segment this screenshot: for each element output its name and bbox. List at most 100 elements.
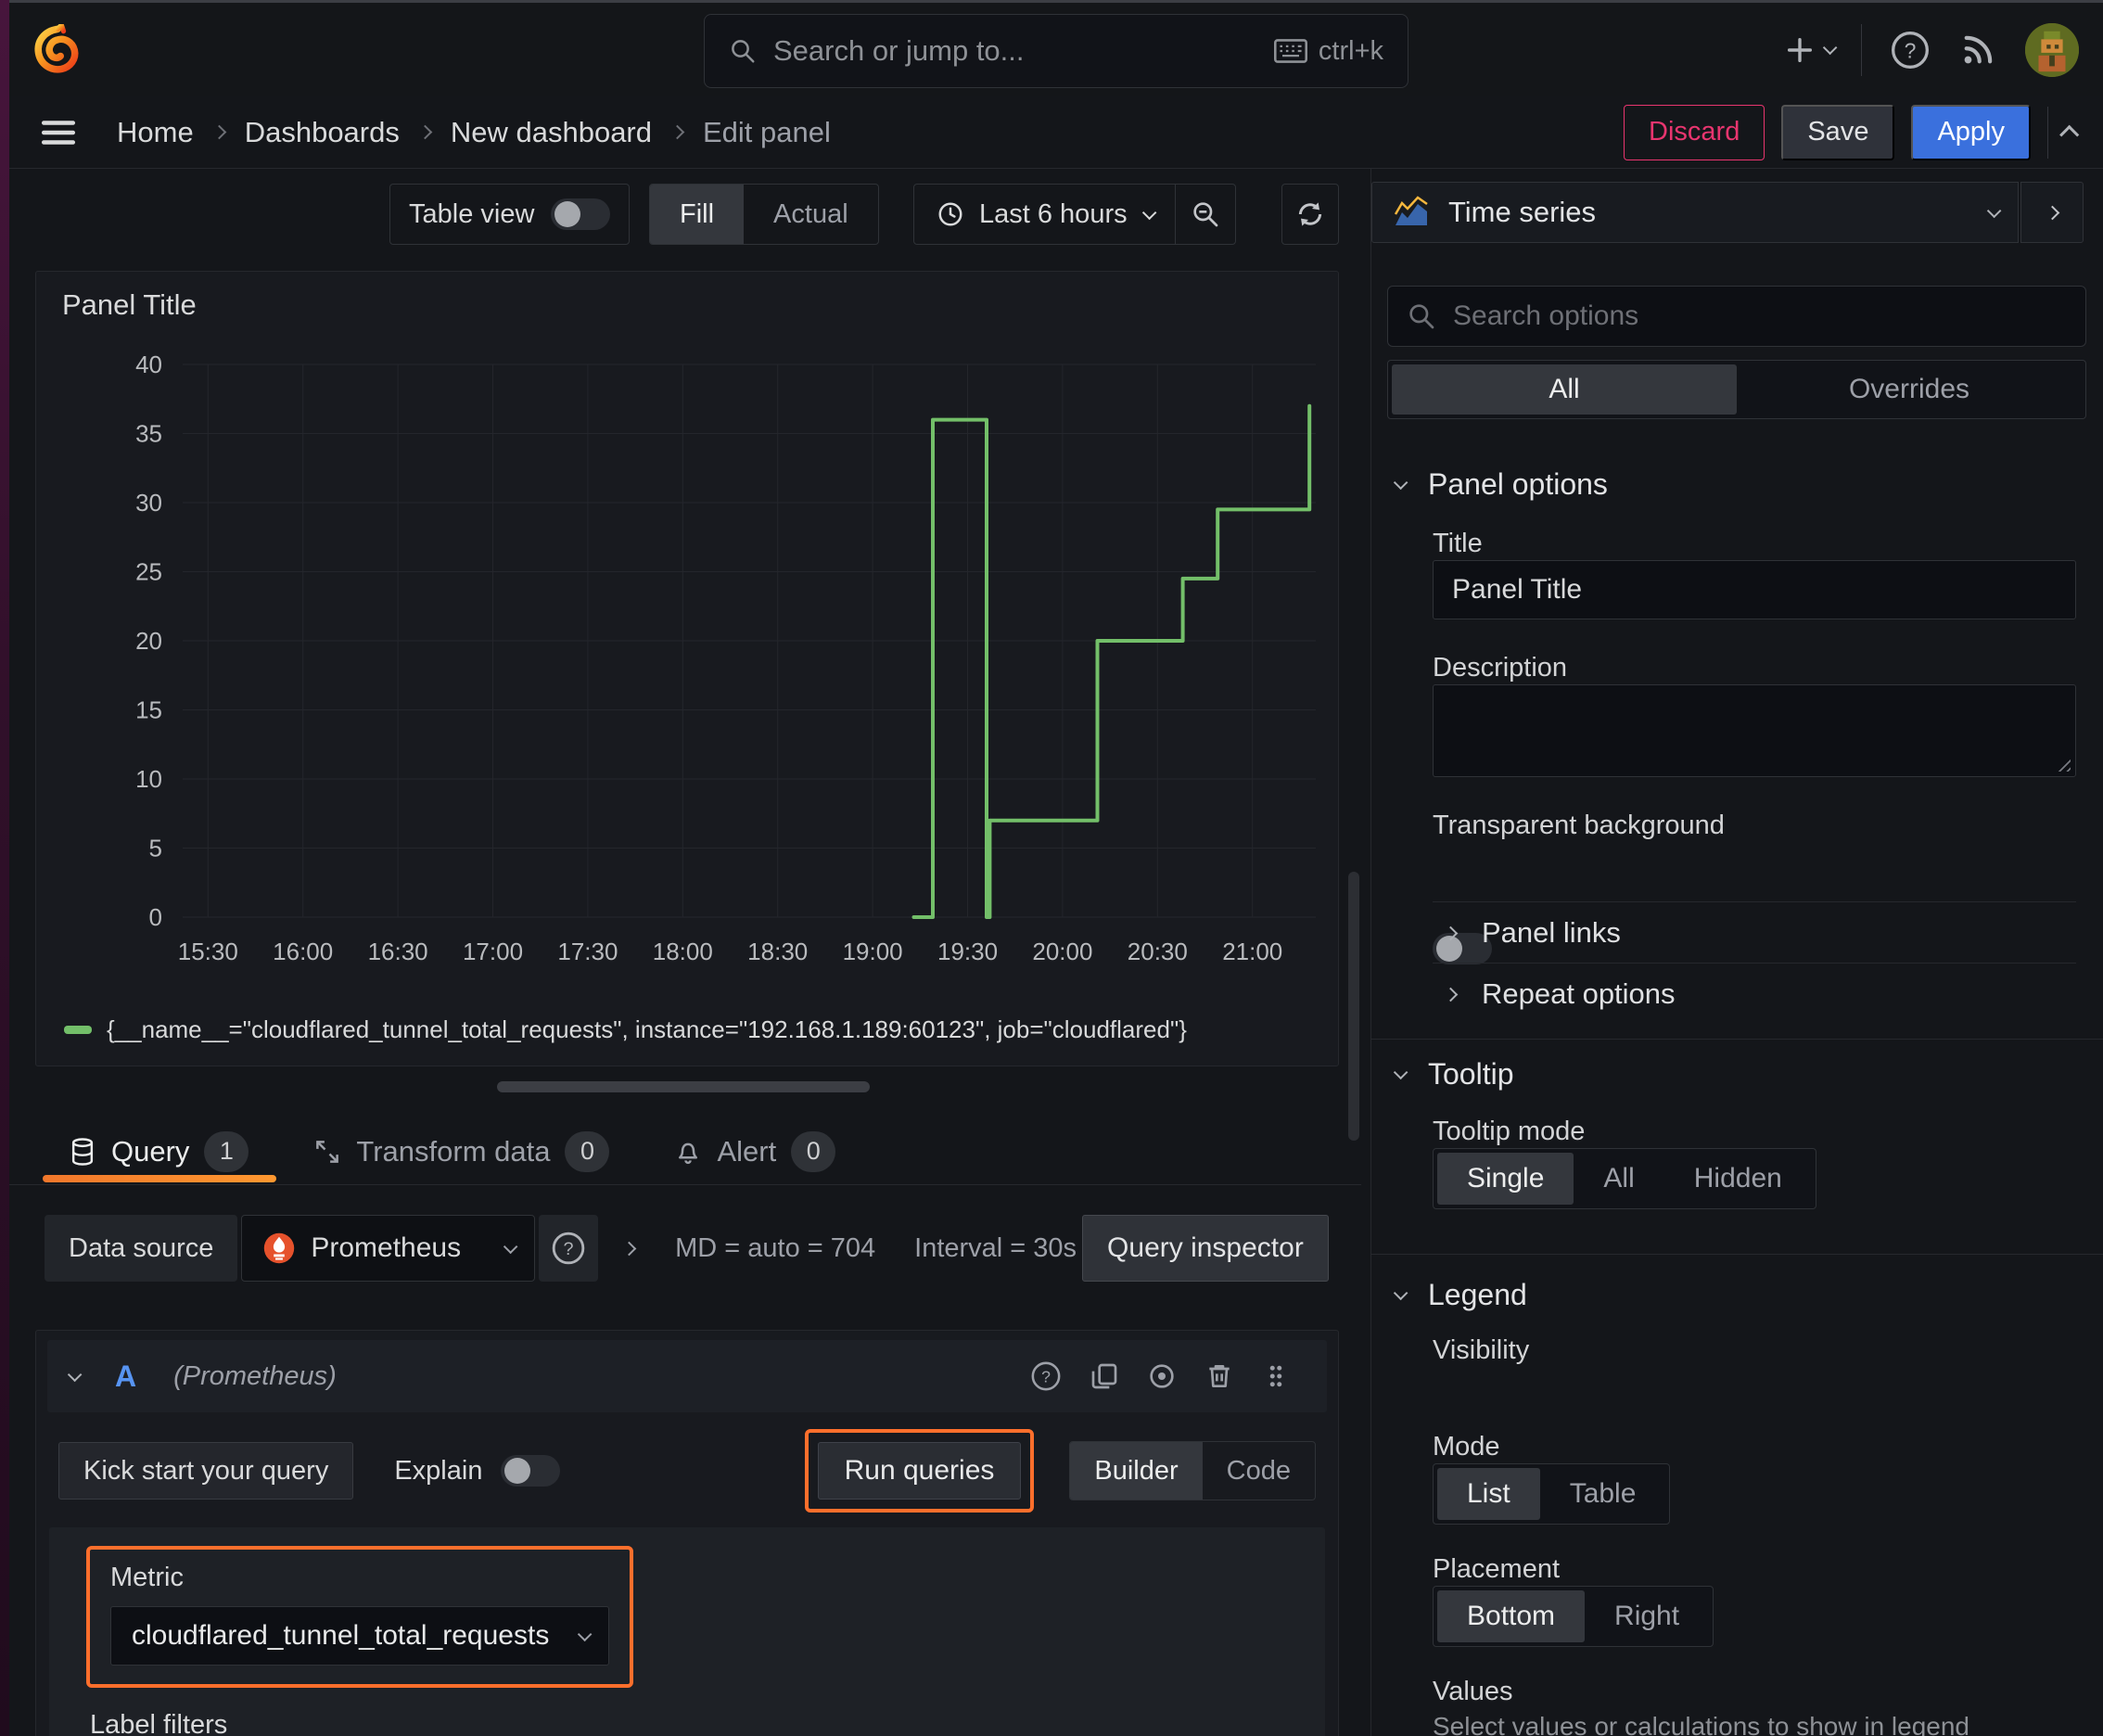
description-textarea[interactable] <box>1433 684 2076 777</box>
kick-start-button[interactable]: Kick start your query <box>58 1442 354 1500</box>
svg-text:16:00: 16:00 <box>273 938 333 965</box>
datasource-picker[interactable]: Prometheus <box>241 1215 536 1282</box>
placement-label: Placement <box>1433 1554 1561 1584</box>
collapse-query-icon[interactable] <box>67 1367 83 1382</box>
tab-all[interactable]: All <box>1392 364 1737 415</box>
vertical-scrollbar[interactable] <box>1348 872 1359 1141</box>
global-search-input[interactable] <box>773 34 1257 68</box>
svg-text:0: 0 <box>149 903 162 931</box>
tooltip-mode-hidden[interactable]: Hidden <box>1664 1153 1812 1205</box>
legend-series-name: {__name__="cloudflared_tunnel_total_requ… <box>107 1015 1187 1043</box>
tooltip-header[interactable]: Tooltip <box>1393 1057 1514 1091</box>
expand-options-icon[interactable] <box>621 1241 637 1256</box>
code-option[interactable]: Code <box>1203 1442 1315 1500</box>
tab-query[interactable]: Query 1 <box>43 1118 276 1184</box>
duplicate-query-icon[interactable] <box>1090 1361 1119 1391</box>
grafana-logo[interactable] <box>32 23 83 76</box>
discard-button[interactable]: Discard <box>1624 104 1765 160</box>
tab-overrides[interactable]: Overrides <box>1737 364 2082 415</box>
query-count-badge: 1 <box>204 1130 249 1172</box>
svg-text:21:00: 21:00 <box>1222 938 1282 965</box>
chevron-down-icon <box>1393 475 1408 491</box>
legend-placement-switch: Bottom Right <box>1433 1586 1714 1647</box>
svg-text:40: 40 <box>135 351 162 378</box>
editor-tabs: Query 1 Transform data 0 Alert 0 <box>9 1118 1361 1185</box>
database-icon <box>71 1137 94 1166</box>
datasource-name: Prometheus <box>311 1232 462 1263</box>
panel-resize-handle[interactable] <box>497 1081 870 1092</box>
menu-toggle-button[interactable] <box>39 113 78 152</box>
toggle-viz-picker-button[interactable] <box>2020 182 2084 243</box>
panel-options-header[interactable]: Panel options <box>1393 467 1608 502</box>
title-label: Title <box>1433 529 1483 558</box>
chevron-down-icon <box>1393 1285 1408 1301</box>
svg-text:15:30: 15:30 <box>178 938 238 965</box>
actual-option[interactable]: Actual <box>744 185 878 244</box>
help-icon[interactable]: ? <box>1890 30 1931 70</box>
options-search-input[interactable] <box>1453 300 2067 332</box>
query-row-header[interactable]: A (Prometheus) ? <box>47 1340 1327 1412</box>
chart-panel[interactable]: Panel Title 0 5 10 15 20 25 30 35 40 15:30 16:00 16… <box>35 271 1339 1066</box>
query-inspector-button[interactable]: Query inspector <box>1082 1215 1329 1282</box>
search-icon <box>1409 304 1434 329</box>
metric-select[interactable]: cloudflared_tunnel_total_requests <box>110 1606 609 1666</box>
explain-toggle[interactable] <box>501 1455 561 1487</box>
news-rss-icon[interactable] <box>1958 31 1997 70</box>
zoom-out-button[interactable] <box>1176 185 1235 244</box>
new-menu-button[interactable] <box>1784 34 1838 66</box>
drag-handle-icon[interactable] <box>1262 1362 1290 1390</box>
table-view-toggle[interactable] <box>551 198 611 230</box>
delete-query-icon[interactable] <box>1204 1361 1234 1391</box>
legend-mode-list[interactable]: List <box>1437 1468 1540 1520</box>
metric-highlight: Metric cloudflared_tunnel_total_requests <box>86 1546 633 1688</box>
breadcrumb-edit-panel: Edit panel <box>703 115 831 148</box>
run-queries-button[interactable]: Run queries <box>817 1442 1022 1500</box>
window-left-edge <box>0 0 9 1736</box>
svg-text:18:00: 18:00 <box>653 938 713 965</box>
legend-title: Legend <box>1428 1278 1527 1311</box>
collapse-header-icon[interactable] <box>2059 124 2080 145</box>
placement-right[interactable]: Right <box>1585 1590 1709 1642</box>
toggle-visibility-icon[interactable] <box>1147 1361 1177 1391</box>
save-button[interactable]: Save <box>1781 104 1895 160</box>
legend-mode-table[interactable]: Table <box>1540 1468 1666 1520</box>
query-stats: MD = auto = 704 Interval = 30s <box>675 1233 1077 1264</box>
chart-legend[interactable]: {__name__="cloudflared_tunnel_total_requ… <box>64 1015 1187 1044</box>
tooltip-mode-single[interactable]: Single <box>1437 1153 1574 1205</box>
global-search[interactable]: ctrl+k <box>704 14 1408 88</box>
user-avatar[interactable] <box>2025 22 2079 77</box>
panel-title-input[interactable] <box>1433 560 2076 619</box>
tooltip-mode-all[interactable]: All <box>1574 1153 1663 1205</box>
keyboard-shortcut: ctrl+k <box>1273 36 1383 67</box>
repeat-options-section[interactable]: Repeat options <box>1443 977 1676 1011</box>
options-search[interactable] <box>1387 286 2086 347</box>
resize-grip-icon[interactable] <box>2054 755 2071 772</box>
breadcrumb-dashboards[interactable]: Dashboards <box>245 116 400 149</box>
run-queries-highlight: Run queries <box>804 1429 1035 1513</box>
placement-bottom[interactable]: Bottom <box>1437 1590 1586 1642</box>
datasource-help-button[interactable]: ? <box>539 1215 599 1282</box>
time-range-picker[interactable]: Last 6 hours <box>914 185 1175 244</box>
breadcrumb-new-dashboard[interactable]: New dashboard <box>451 116 652 149</box>
help-icon[interactable]: ? <box>1030 1360 1062 1392</box>
top-bar: ctrl+k ? <box>9 3 2103 96</box>
svg-text:10: 10 <box>135 765 162 793</box>
tab-transform-data[interactable]: Transform data 0 <box>313 1118 610 1184</box>
svg-text:35: 35 <box>135 420 162 448</box>
timeseries-chart[interactable]: 0 5 10 15 20 25 30 35 40 15:30 16:00 16:30 17:00 17:3… <box>44 350 1331 1004</box>
metric-value: cloudflared_tunnel_total_requests <box>132 1620 550 1651</box>
apply-button[interactable]: Apply <box>1911 104 2031 160</box>
svg-text:17:30: 17:30 <box>557 938 618 965</box>
builder-option[interactable]: Builder <box>1070 1442 1203 1500</box>
panel-links-section[interactable]: Panel links <box>1443 916 1621 950</box>
datasource-label: Data source <box>45 1215 238 1282</box>
refresh-button[interactable] <box>1281 184 1339 245</box>
legend-mode-switch: List Table <box>1433 1463 1671 1525</box>
fill-option[interactable]: Fill <box>650 185 745 244</box>
legend-header[interactable]: Legend <box>1393 1278 1527 1312</box>
breadcrumb-home[interactable]: Home <box>117 116 194 149</box>
chevron-right-icon <box>1443 987 1459 1002</box>
panel-options-title: Panel options <box>1428 467 1608 501</box>
visualization-picker[interactable]: Time series <box>1371 182 2019 243</box>
tab-alert[interactable]: Alert 0 <box>674 1118 836 1184</box>
